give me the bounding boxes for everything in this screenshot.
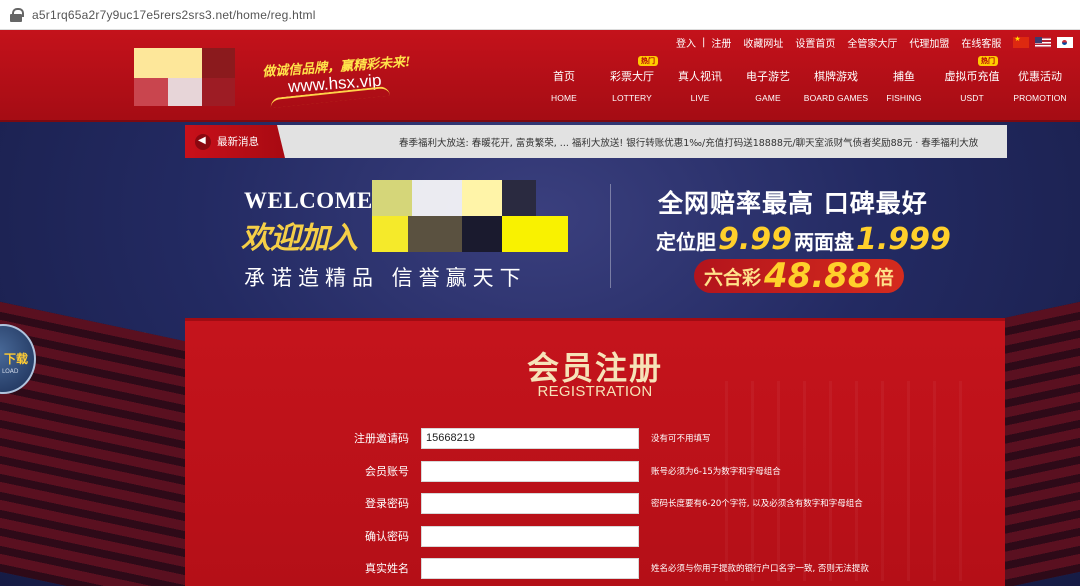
account-input[interactable] — [421, 460, 639, 482]
hot-badge: 热门 — [638, 56, 658, 66]
nav-promotion[interactable]: 优惠活动 PROMOTION — [1006, 68, 1074, 103]
real-name-hint: 姓名必须与你用于提款的银行户口名字一致, 否则无法提款 — [651, 564, 869, 574]
customer-service-link[interactable]: 在线客服 — [961, 35, 1001, 50]
nav-game[interactable]: 电子游艺 GAME — [734, 68, 802, 103]
nav-label: 真人视讯 — [678, 70, 722, 83]
registration-subtitle: REGISTRATION — [537, 383, 653, 400]
agent-link[interactable]: 代理加盟 — [909, 35, 949, 50]
top-links: 登入 | 注册 收藏网址 设置首页 全管家大厅 代理加盟 在线客服 — [676, 35, 1079, 50]
korea-flag-icon[interactable] — [1057, 37, 1074, 48]
account-hint: 账号必须为6-15为数字和字母组合 — [651, 467, 781, 477]
china-flag-icon[interactable] — [1013, 35, 1030, 48]
invite-code-label: 注册邀请码 — [354, 432, 409, 445]
join-heading: 欢迎加入 — [241, 221, 358, 256]
bookmark-link[interactable]: 收藏网址 — [743, 35, 783, 50]
censored-brand-mosaic — [372, 180, 568, 252]
nav-label: 电子游艺 — [746, 70, 790, 83]
odds-c-value: 48.88 — [764, 256, 872, 296]
login-link[interactable]: 登入 — [676, 35, 696, 50]
account-row: 会员账号 账号必须为6-15为数字和字母组合 — [185, 460, 1005, 482]
nav-label: 首页 — [553, 70, 575, 83]
nav-label: 优惠活动 — [1018, 70, 1062, 83]
register-link[interactable]: 注册 — [711, 35, 731, 50]
nav-sublabel: HOME — [551, 93, 577, 103]
nav-live[interactable]: 真人视讯 LIVE — [666, 68, 734, 103]
nav-home[interactable]: 首页 HOME — [530, 68, 598, 103]
invite-code-hint: 没有可不用填写 — [651, 434, 711, 444]
nav-sublabel: FISHING — [886, 93, 922, 103]
download-label: 下载 — [4, 352, 29, 366]
nav-label: 捕鱼 — [893, 70, 915, 83]
real-name-label: 真实姓名 — [365, 562, 409, 575]
hot-badge: 热门 — [978, 56, 998, 66]
confirm-password-row: 确认密码 — [185, 525, 1005, 547]
odds-c-unit: 倍 — [874, 266, 894, 289]
banner-divider — [610, 184, 611, 288]
real-name-input[interactable] — [421, 557, 639, 579]
odds-line: 定位胆9.99 两面盘1.999 — [656, 222, 953, 257]
ticker-text[interactable]: 春季福利大放送: 春暖花开, 富贵繁荣, ... 福利大放送! 银行转账优惠1‰… — [399, 135, 978, 149]
odds-a-label: 定位胆 — [656, 230, 716, 254]
nav-sublabel: PROMOTION — [1013, 93, 1067, 103]
odds-b-label: 两面盘 — [794, 230, 855, 254]
nav-label: 彩票大厅 — [610, 70, 654, 83]
invite-code-input[interactable] — [421, 427, 639, 449]
nav-board-games[interactable]: 棋牌游戏 BOARD GAMES — [802, 68, 870, 103]
odds-b-value: 1.999 — [856, 222, 951, 257]
url-text[interactable]: a5r1rq65a2r7y9uc17e5rers2srs3.net/home/r… — [32, 8, 316, 22]
browser-address-bar[interactable]: a5r1rq65a2r7y9uc17e5rers2srs3.net/home/r… — [0, 0, 1080, 30]
nav-sublabel: LOTTERY — [612, 93, 652, 103]
confirm-password-input[interactable] — [421, 525, 639, 547]
password-row: 登录密码 密码长度要有6-20个字符, 以及必须含有数字和字母组合 — [185, 492, 1005, 514]
password-label: 登录密码 — [365, 497, 409, 510]
nav-sublabel: GAME — [755, 93, 781, 103]
nav-label: 棋牌游戏 — [814, 70, 858, 83]
nav-fishing[interactable]: 捕鱼 FISHING — [870, 68, 938, 103]
password-hint: 密码长度要有6-20个字符, 以及必须含有数字和字母组合 — [651, 499, 863, 509]
odds-c-label: 六合彩 — [704, 266, 762, 289]
logo-mosaic[interactable] — [134, 48, 235, 106]
us-flag-icon[interactable] — [1035, 37, 1052, 48]
ticker-label: 最新消息 — [217, 136, 259, 148]
download-sublabel: LOAD — [2, 368, 19, 375]
odds-title: 全网赔率最高 口碑最好 — [658, 189, 928, 218]
nav-sublabel: LIVE — [690, 93, 710, 103]
password-input[interactable] — [421, 492, 639, 514]
speaker-icon — [195, 133, 211, 150]
nav-label: 虚拟币充值 — [944, 70, 1000, 83]
registration-panel: 会员注册 REGISTRATION 注册邀请码 没有可不用填写 会员账号 账号必… — [185, 318, 1005, 586]
welcome-heading: WELCOME — [244, 188, 373, 213]
site-header: 做诚信品牌，赢精彩未来! www.hsx.vip 登入 | 注册 收藏网址 设置… — [0, 30, 1080, 122]
confirm-password-label: 确认密码 — [365, 530, 409, 543]
app-hall-link[interactable]: 全管家大厅 — [847, 35, 897, 50]
account-label: 会员账号 — [365, 465, 409, 478]
invite-code-row: 注册邀请码 没有可不用填写 — [185, 427, 1005, 449]
real-name-row: 真实姓名 姓名必须与你用于提款的银行户口名字一致, 否则无法提款 — [185, 557, 1005, 579]
main-nav: 首页 HOME 热门彩票大厅 LOTTERY 真人视讯 LIVE 电子游艺 GAME 棋… — [530, 56, 1074, 103]
news-ticker: 最新消息 春季福利大放送: 春暖花开, 富贵繁荣, ... 福利大放送! 银行转… — [185, 125, 1007, 158]
set-homepage-link[interactable]: 设置首页 — [795, 35, 835, 50]
link-separator: | — [702, 37, 706, 48]
lock-icon — [10, 7, 24, 22]
promise-slogan: 承诺造精品 信誉赢天下 — [244, 266, 527, 290]
nav-sublabel: BOARD GAMES — [803, 93, 869, 103]
nav-usdt[interactable]: 热门虚拟币充值 USDT — [938, 56, 1006, 103]
ticker-label-box: 最新消息 — [185, 125, 285, 158]
nav-lottery[interactable]: 热门彩票大厅 LOTTERY — [598, 56, 666, 103]
nav-sublabel: USDT — [960, 93, 984, 103]
odds-a-value: 9.99 — [718, 222, 793, 257]
lhc-odds-pill: 六合彩 48.88 倍 — [694, 256, 904, 296]
